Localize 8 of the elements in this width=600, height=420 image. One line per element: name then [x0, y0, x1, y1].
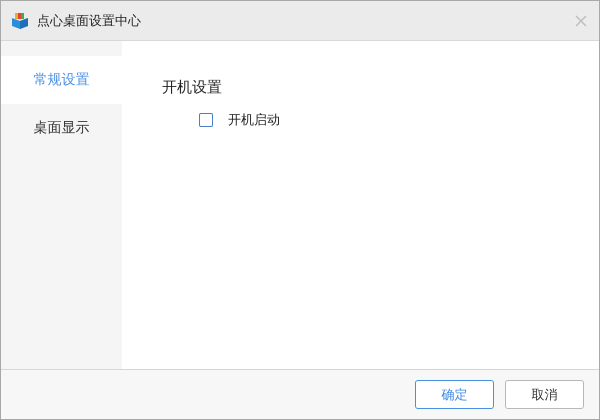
confirm-button[interactable]: 确定 [415, 380, 494, 409]
app-icon [11, 12, 29, 30]
sidebar-item[interactable]: 桌面显示 [1, 104, 122, 152]
window-title: 点心桌面设置中心 [37, 12, 142, 30]
cancel-button[interactable]: 取消 [505, 380, 584, 409]
checkbox[interactable] [199, 113, 213, 127]
section-heading: 开机设置 [162, 78, 222, 97]
checkbox-label: 开机启动 [228, 112, 280, 129]
